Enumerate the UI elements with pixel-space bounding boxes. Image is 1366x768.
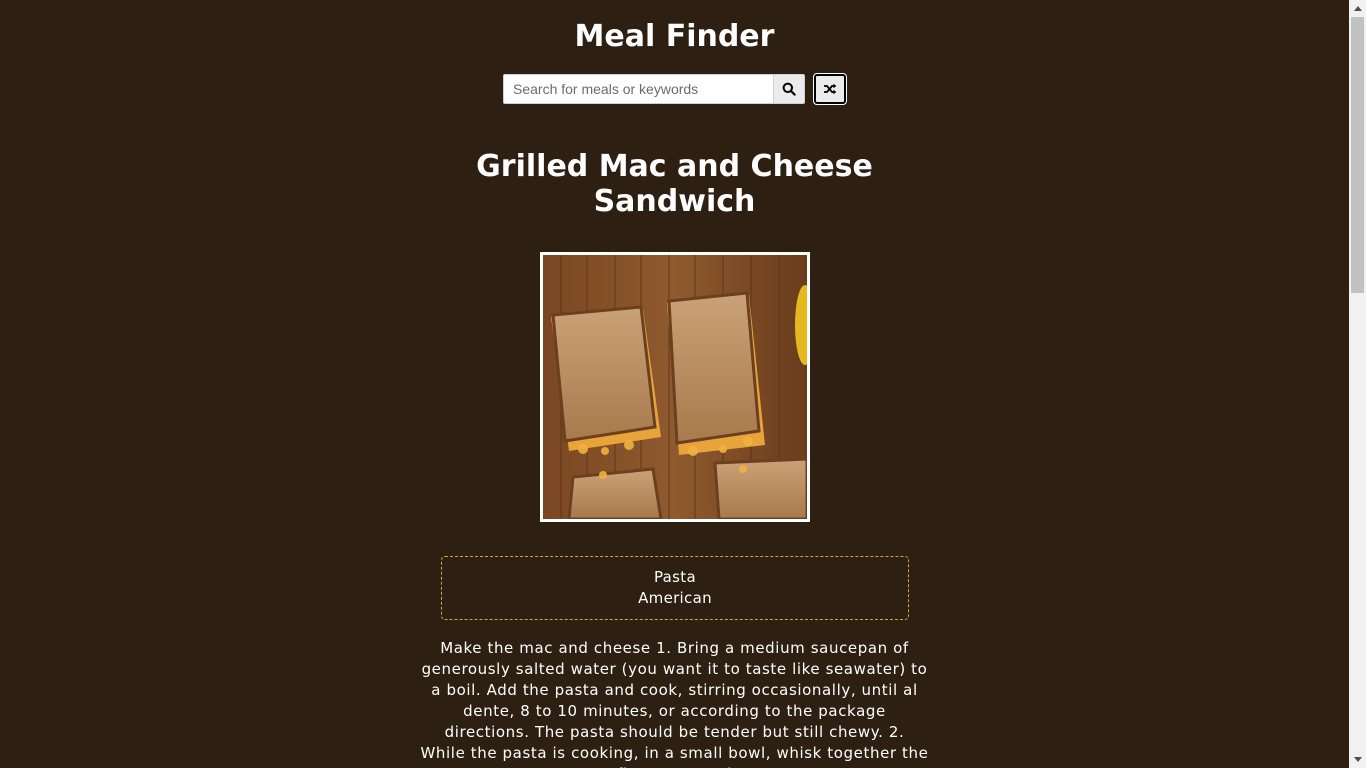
search-icon [782, 82, 796, 96]
search-button[interactable] [773, 74, 805, 104]
shuffle-icon [823, 83, 837, 95]
meal-image [540, 252, 810, 522]
page: Meal Finder Search for meals or keywords… [0, 0, 1366, 768]
vertical-scrollbar[interactable] [1349, 0, 1366, 768]
search-bar [503, 73, 847, 105]
meal-instructions: Make the mac and cheese 1. Bring a mediu… [420, 639, 929, 768]
scroll-down-arrow-icon[interactable] [1349, 751, 1366, 768]
scrollbar-thumb[interactable] [1351, 17, 1364, 293]
app-title: Meal Finder [574, 19, 775, 54]
search-input[interactable] [503, 74, 773, 104]
meal-info-box: Pasta American [441, 556, 909, 620]
meal-category: Pasta [654, 568, 696, 586]
random-meal-button[interactable] [813, 73, 847, 105]
scroll-up-arrow-icon[interactable] [1349, 0, 1366, 17]
main-content: Meal Finder Search for meals or keywords… [0, 0, 1349, 768]
meal-area: American [638, 589, 712, 607]
meal-title: Grilled Mac and Cheese Sandwich [476, 149, 873, 219]
